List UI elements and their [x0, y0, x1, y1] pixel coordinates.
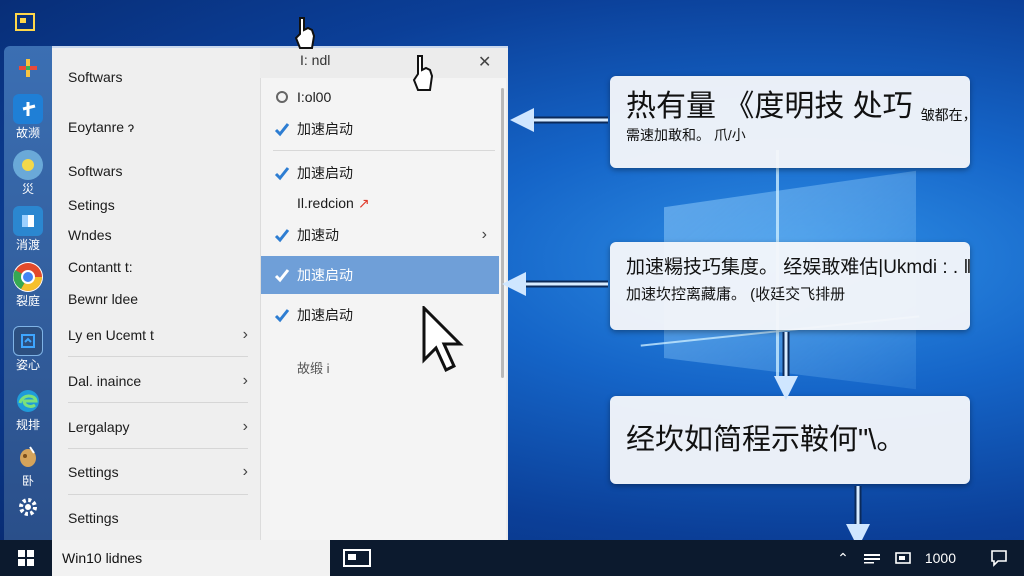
taskbar-app[interactable] — [342, 548, 372, 568]
hand-cursor-icon — [294, 17, 316, 49]
annotation-arrows — [502, 108, 870, 548]
pointer-cursor-icon — [422, 306, 464, 373]
window-app-icon — [343, 549, 371, 567]
notification-icon[interactable] — [990, 549, 1008, 567]
taskbar: Win10 lidnes ⌃ 1000 — [0, 540, 1024, 576]
hand-cursor-icon — [412, 55, 434, 91]
windows-logo-icon — [18, 550, 34, 566]
network-icon[interactable] — [863, 552, 881, 564]
chevron-up-icon[interactable]: ⌃ — [837, 550, 849, 567]
taskbar-search[interactable]: Win10 lidnes — [52, 540, 330, 576]
system-tray: ⌃ 1000 — [837, 540, 1024, 576]
clock[interactable]: 1000 — [925, 550, 956, 566]
start-button[interactable] — [0, 540, 52, 576]
battery-icon[interactable] — [895, 552, 911, 564]
taskbar-search-text: Win10 lidnes — [62, 550, 143, 566]
